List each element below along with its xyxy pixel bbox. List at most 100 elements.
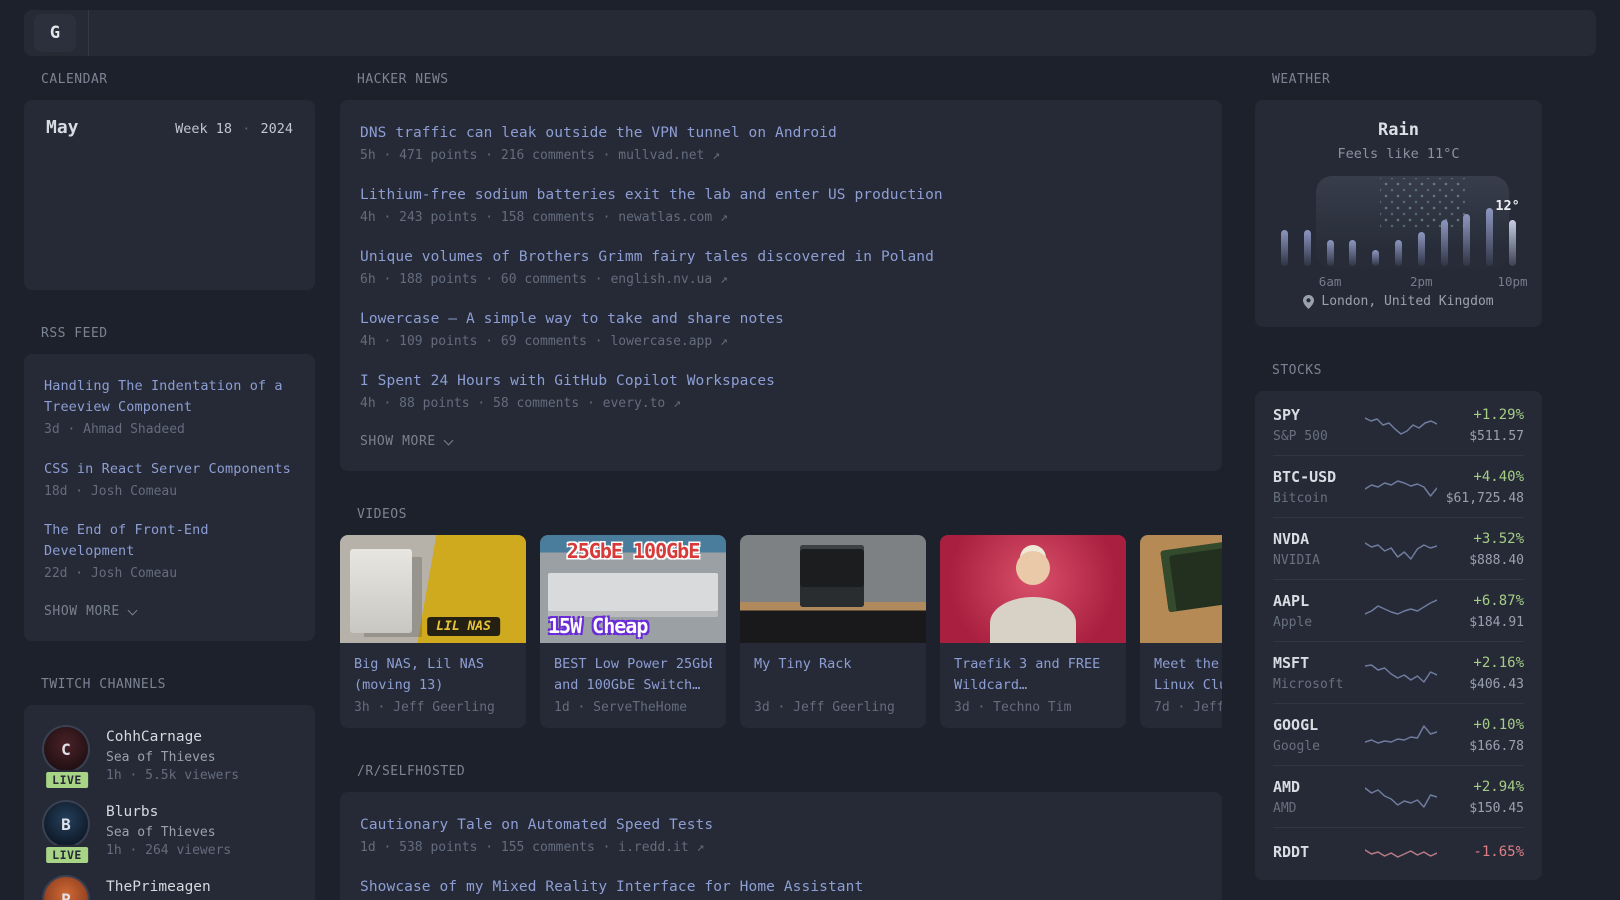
video-card[interactable]: FAS Meet the Linux Clu 7d · Jeff Geerlin… <box>1140 535 1222 728</box>
rss-item-title[interactable]: CSS in React Server Components <box>44 459 291 480</box>
weather-bar <box>1349 240 1357 266</box>
twitch-channel-row[interactable]: C LIVE CohhCarnage Sea of Thieves 1h · 5… <box>44 727 295 790</box>
hackernews-show-more-button[interactable]: SHOW MORE <box>360 432 454 463</box>
calendar-day[interactable] <box>151 212 188 238</box>
hackernews-item-meta: 4h · 88 points · 58 comments · every.to … <box>360 396 1202 411</box>
calendar-day[interactable] <box>151 174 188 200</box>
section-header-weather: WEATHER <box>1272 72 1331 87</box>
stock-row[interactable]: AAPL Apple +6.87% $184.91 <box>1273 579 1524 641</box>
stock-row[interactable]: BTC-USD Bitcoin +4.40% $61,725.48 <box>1273 455 1524 517</box>
video-title[interactable]: Big NAS, Lil NAS (moving 13) <box>354 654 512 698</box>
twitch-channel-name[interactable]: ThePrimeagen <box>106 877 211 897</box>
video-title[interactable]: BEST Low Power 25GbE and 100GbE Switch… <box>554 654 712 698</box>
stock-company-name: NVIDIA <box>1273 552 1320 568</box>
video-card[interactable]: My Tiny Rack 3d · Jeff Geerling <box>740 535 926 728</box>
calendar-day[interactable] <box>40 250 77 276</box>
stock-row[interactable]: GOOGL Google +0.10% $166.78 <box>1273 703 1524 765</box>
hackernews-item-title[interactable]: Lowercase – A simple way to take and sha… <box>360 308 784 330</box>
calendar-day[interactable] <box>77 174 114 200</box>
rss-show-more-button[interactable]: SHOW MORE <box>44 602 138 633</box>
calendar-day[interactable] <box>225 212 262 238</box>
video-card[interactable]: LIL NAS Big NAS, Lil NAS (moving 13) 3h … <box>340 535 526 728</box>
calendar-day[interactable] <box>77 250 114 276</box>
twitch-card: C LIVE CohhCarnage Sea of Thieves 1h · 5… <box>24 705 315 900</box>
stock-price: $166.78 <box>1469 738 1524 754</box>
twitch-channel-name[interactable]: CohhCarnage <box>106 727 239 747</box>
video-title[interactable]: My Tiny Rack <box>754 654 912 698</box>
stock-row[interactable]: SPY S&P 500 +1.29% $511.57 <box>1273 394 1524 455</box>
twitch-channel-row[interactable]: B LIVE Blurbs Sea of Thieves 1h · 264 vi… <box>44 802 295 865</box>
video-title[interactable]: Traefik 3 and FREE Wildcard… <box>954 654 1112 698</box>
calendar-day[interactable] <box>188 212 225 238</box>
reddit-item-domain-link[interactable]: i.redd.it ↗ <box>618 840 704 855</box>
stock-symbol: NVDA <box>1273 529 1310 548</box>
video-thumbnail[interactable]: FAS <box>1140 535 1222 643</box>
rss-item-title[interactable]: The End of Front-End Development <box>44 520 295 562</box>
stock-row[interactable]: RDDT -1.65% <box>1273 827 1524 877</box>
hackernews-item-domain-link[interactable]: lowercase.app ↗ <box>610 334 727 349</box>
stock-change-percent: +4.40% <box>1473 468 1524 485</box>
rss-item-title[interactable]: Handling The Indentation of a Treeview C… <box>44 376 295 418</box>
page-tab[interactable] <box>99 10 125 56</box>
page-tab[interactable] <box>177 10 203 56</box>
weather-condition: Rain <box>1378 120 1419 140</box>
reddit-card: Cautionary Tale on Automated Speed Tests… <box>340 792 1222 900</box>
calendar-day[interactable] <box>114 212 151 238</box>
stock-row[interactable]: MSFT Microsoft +2.16% $406.43 <box>1273 641 1524 703</box>
hackernews-item-title[interactable]: I Spent 24 Hours with GitHub Copilot Wor… <box>360 370 775 392</box>
calendar-day[interactable] <box>262 174 299 200</box>
calendar-day[interactable] <box>114 174 151 200</box>
stock-row[interactable]: NVDA NVIDIA +3.52% $888.40 <box>1273 517 1524 579</box>
weather-feels-like: Feels like 11°C <box>1337 146 1460 162</box>
hackernews-item-domain-link[interactable]: every.to ↗ <box>603 396 681 411</box>
weather-bar: 12° <box>1495 198 1520 266</box>
twitch-avatar-wrap: C LIVE <box>44 727 90 790</box>
video-thumbnail[interactable] <box>740 535 926 643</box>
hackernews-item-title[interactable]: DNS traffic can leak outside the VPN tun… <box>360 122 837 144</box>
video-thumbnail[interactable] <box>940 535 1126 643</box>
twitch-channel-name[interactable]: Blurbs <box>106 802 231 822</box>
hackernews-item-domain-link[interactable]: mullvad.net ↗ <box>618 148 720 163</box>
calendar-day[interactable] <box>262 212 299 238</box>
video-card[interactable]: Traefik 3 and FREE Wildcard… 3d · Techno… <box>940 535 1126 728</box>
video-meta: 1d · ServeTheHome <box>554 700 688 715</box>
reddit-item-title[interactable]: Showcase of my Mixed Reality Interface f… <box>360 876 863 898</box>
hackernews-item-title[interactable]: Unique volumes of Brothers Grimm fairy t… <box>360 246 934 268</box>
rss-card: Handling The Indentation of a Treeview C… <box>24 354 315 641</box>
calendar-day[interactable] <box>151 250 188 276</box>
stock-identity: RDDT <box>1273 843 1359 862</box>
calendar-day[interactable] <box>77 212 114 238</box>
stock-sparkline <box>1365 786 1437 808</box>
calendar-weekday <box>77 154 114 162</box>
dashboard-page: G CALENDAR May Week 18 · 2024 RSS FEED H… <box>0 0 1620 900</box>
video-thumbnail[interactable]: LIL NAS <box>340 535 526 643</box>
video-title[interactable]: Meet the Linux Clu <box>1154 654 1222 698</box>
app-logo[interactable]: G <box>34 14 76 52</box>
calendar-day[interactable] <box>225 250 262 276</box>
stock-row[interactable]: AMD AMD +2.94% $150.45 <box>1273 765 1524 827</box>
page-tab[interactable] <box>151 10 177 56</box>
calendar-day[interactable] <box>262 250 299 276</box>
twitch-avatar-wrap: P <box>44 877 90 900</box>
stocks-widget: STOCKS SPY S&P 500 +1.29% $511.57 BTC-US… <box>1255 363 1542 880</box>
page-tab[interactable] <box>125 10 151 56</box>
reddit-item-title[interactable]: Cautionary Tale on Automated Speed Tests <box>360 814 713 836</box>
section-header-selfhosted: /R/SELFHOSTED <box>357 764 466 779</box>
stock-identity: GOOGL Google <box>1273 716 1359 754</box>
calendar-day[interactable] <box>40 212 77 238</box>
weather-bar-slot <box>1303 204 1311 266</box>
calendar-day[interactable] <box>188 250 225 276</box>
hackernews-item-domain-link[interactable]: english.nv.ua ↗ <box>610 272 727 287</box>
video-card[interactable]: 25GbE 100GbE 15W Cheap BEST Low Power 25… <box>540 535 726 728</box>
twitch-channel-row[interactable]: P ThePrimeagen <box>44 877 295 900</box>
calendar-day[interactable] <box>114 250 151 276</box>
video-thumbnail[interactable]: 25GbE 100GbE 15W Cheap <box>540 535 726 643</box>
calendar-day[interactable] <box>188 174 225 200</box>
calendar-day[interactable] <box>40 174 77 200</box>
hackernews-item-title[interactable]: Lithium-free sodium batteries exit the l… <box>360 184 943 206</box>
stock-price: $150.45 <box>1469 800 1524 816</box>
hackernews-item-domain-link[interactable]: newatlas.com ↗ <box>618 210 728 225</box>
calendar-day[interactable] <box>225 174 262 200</box>
hackernews-item-stats: 6h · 188 points · 60 comments · <box>360 272 603 287</box>
weather-bar-slot <box>1486 204 1494 266</box>
